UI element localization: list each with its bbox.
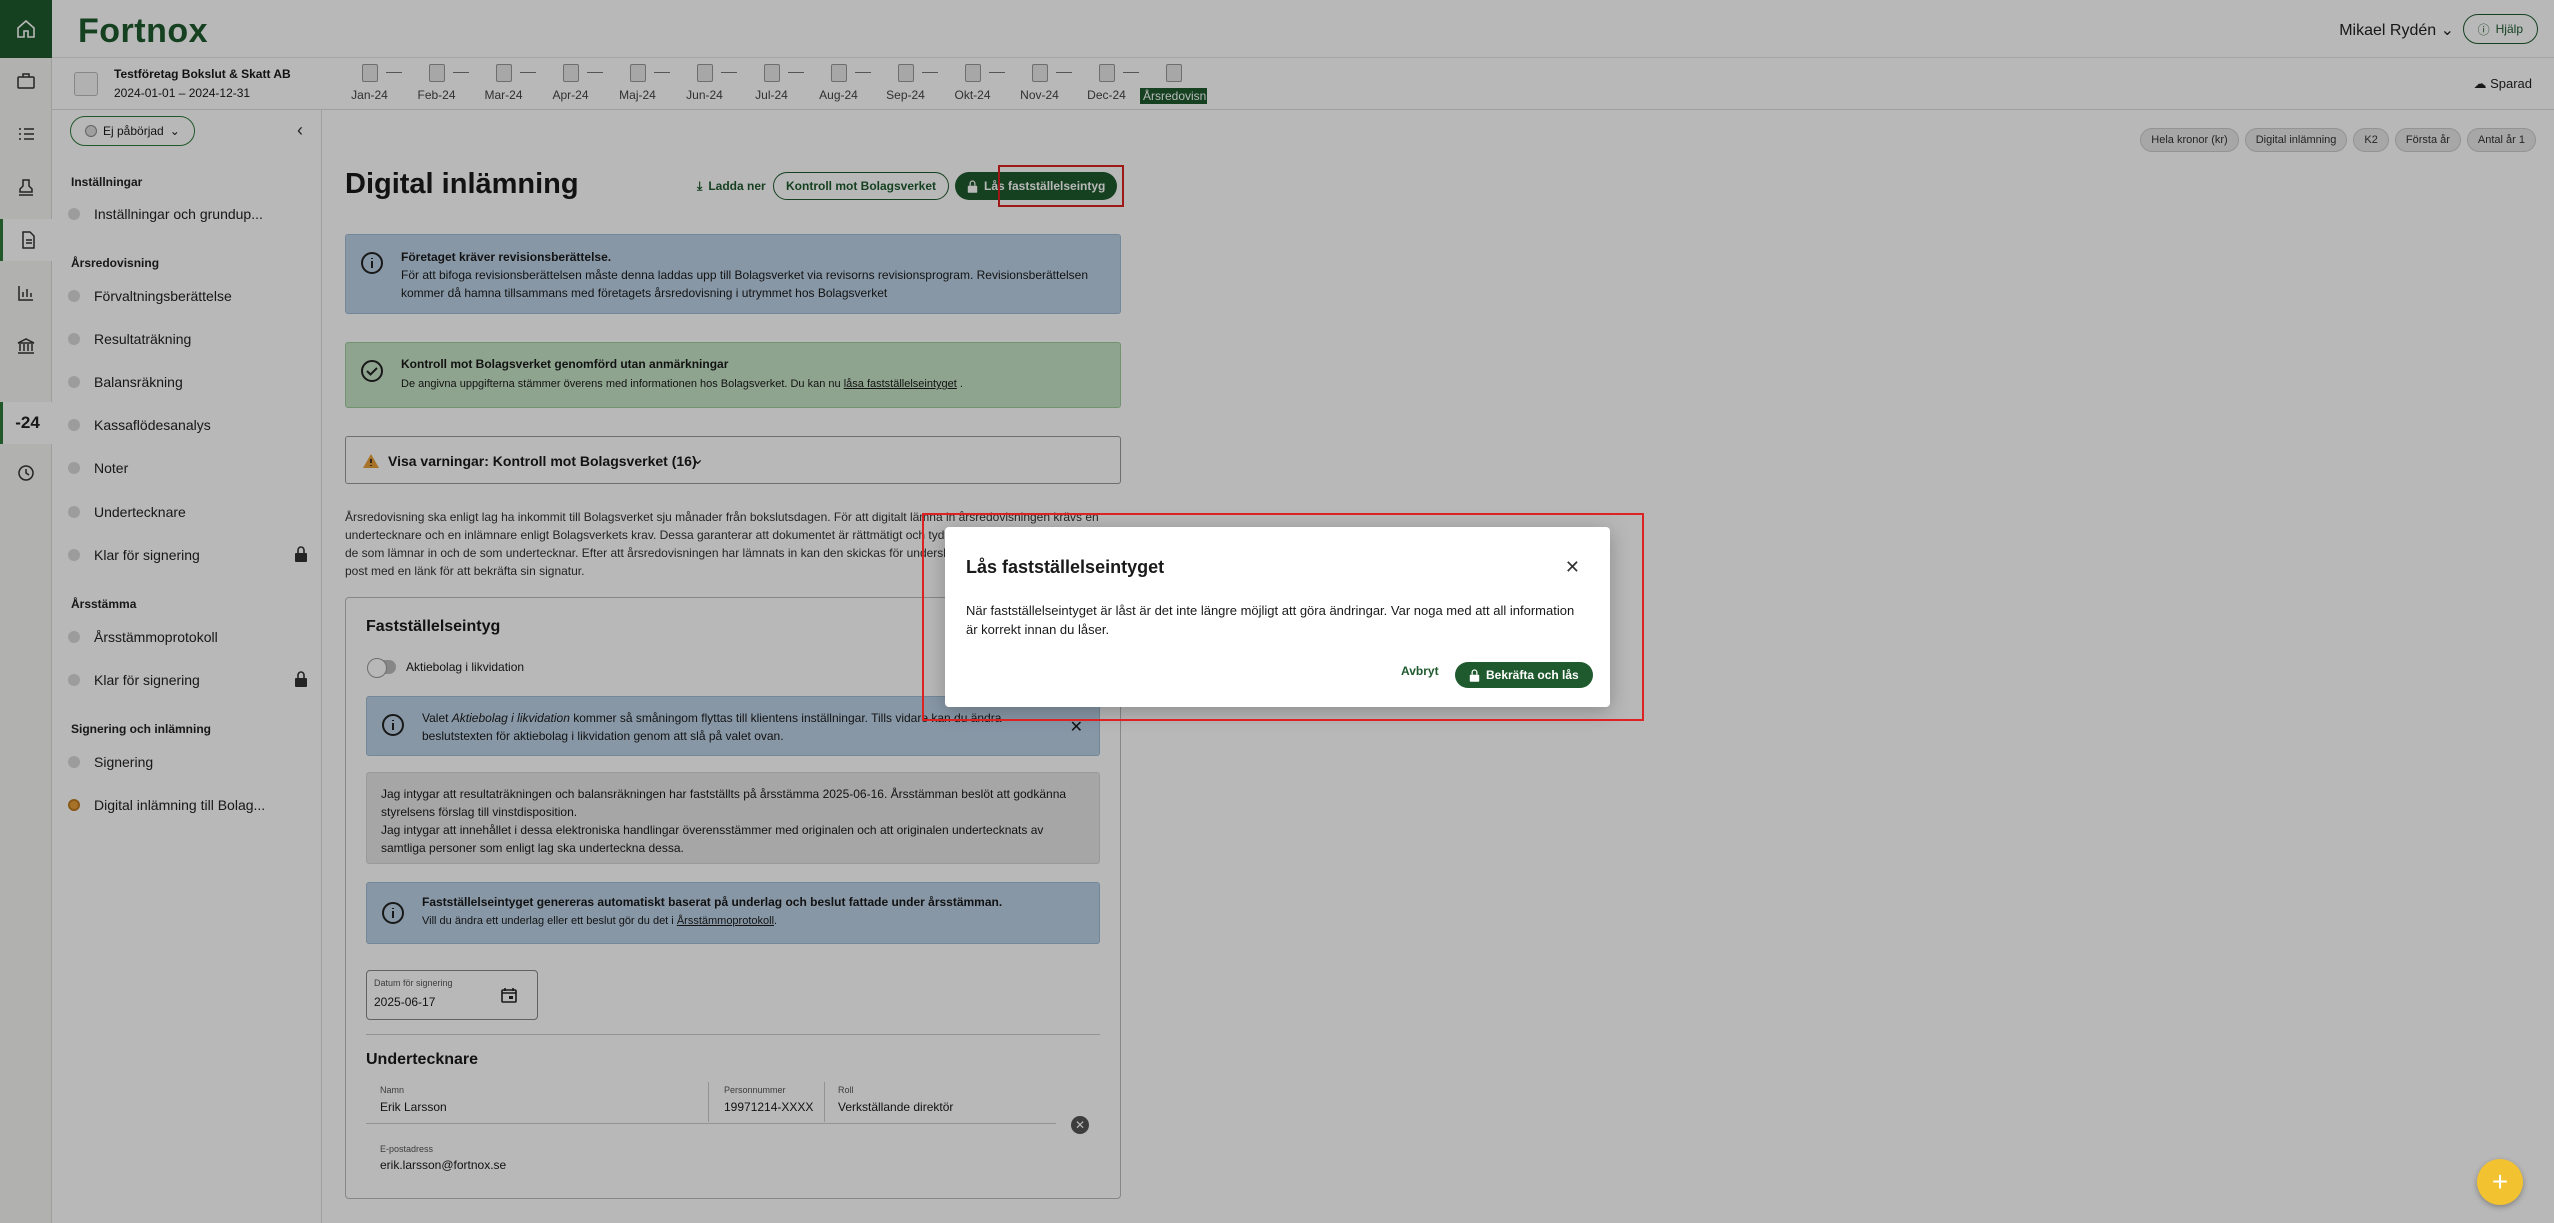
lock-certificate-dialog: Lås fastställelseintyget ✕ När fastställ…	[945, 527, 1610, 707]
close-icon[interactable]: ✕	[1565, 557, 1580, 578]
dialog-title: Lås fastställelseintyget	[966, 557, 1165, 577]
app-page: -24 Fortnox Mikael Rydén ⌄ ⓘ Hjälp Testfö…	[0, 0, 2554, 1223]
confirm-label: Bekräfta och lås	[1486, 668, 1579, 682]
lock-icon	[1469, 668, 1480, 682]
plus-icon: +	[2491, 1166, 2509, 1197]
confirm-lock-button[interactable]: Bekräfta och lås	[1455, 662, 1593, 688]
add-fab-button[interactable]: +	[2477, 1159, 2523, 1205]
cancel-button[interactable]: Avbryt	[1401, 664, 1439, 678]
dialog-text: När fastställelseintyget är låst är det …	[966, 603, 1575, 637]
